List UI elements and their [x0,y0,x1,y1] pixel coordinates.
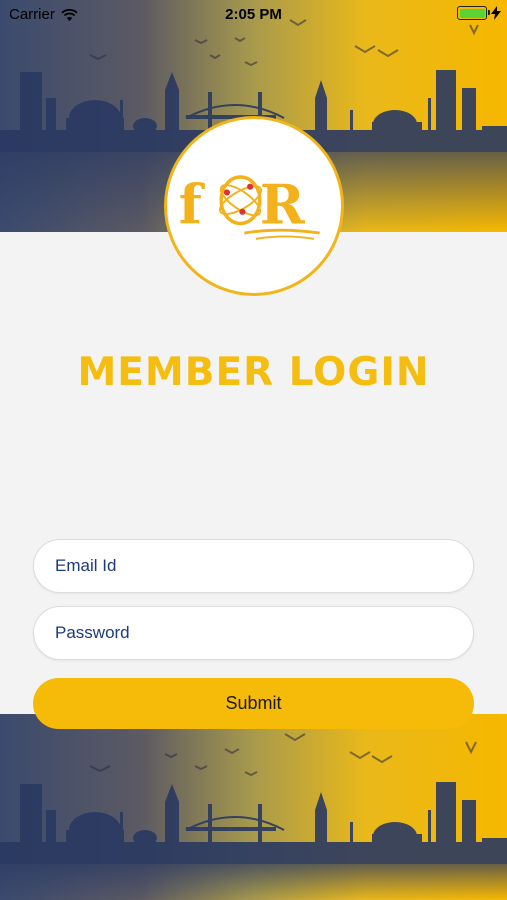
logo-letter-r: R [260,172,306,236]
status-time: 2:05 PM [225,6,282,23]
skyline-banner-bottom [0,714,507,900]
submit-button[interactable]: Submit [33,678,474,729]
logo-letter-f: f [179,172,206,236]
status-indicators [457,6,501,20]
battery-fill [459,8,485,18]
charging-bolt-icon [491,6,501,20]
for-logo-icon: f R [179,172,320,240]
istanbul-skyline-image-bottom [0,733,507,900]
password-input[interactable] [34,607,473,659]
battery-icon [457,6,490,20]
email-input[interactable] [34,540,473,592]
page-title: MEMBER LOGIN [77,350,430,395]
password-field[interactable] [33,606,474,660]
app-logo: f R [164,116,344,296]
status-bar: Carrier 2:05 PM [0,0,507,28]
email-field[interactable] [33,539,474,593]
